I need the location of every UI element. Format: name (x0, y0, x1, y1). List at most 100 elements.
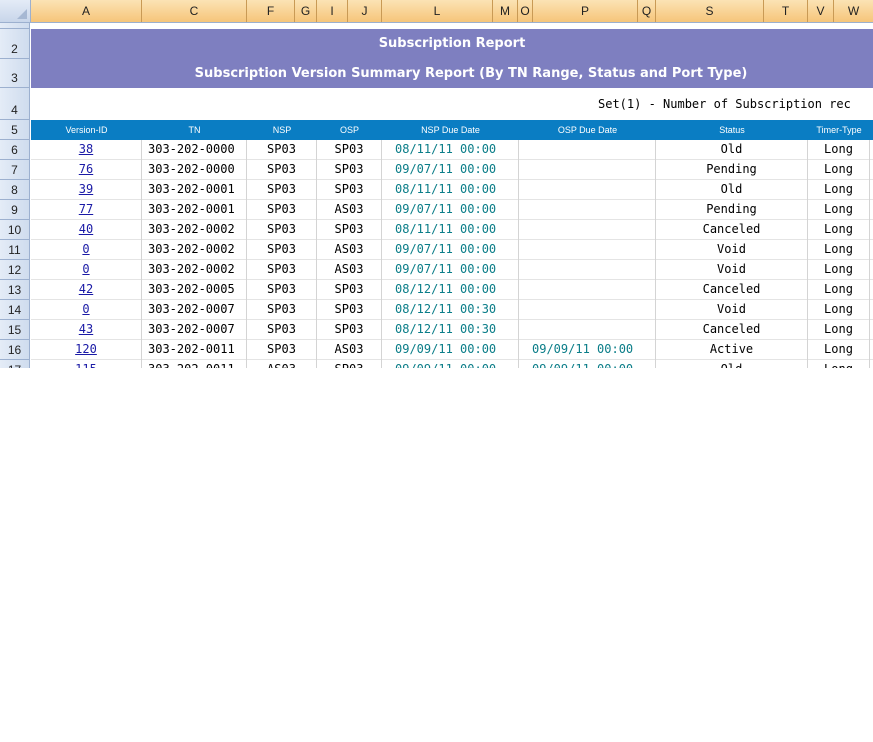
row-header-14[interactable]: 14 (0, 300, 30, 320)
nsp-due-date-cell[interactable]: 09/07/11 00:00 (382, 260, 519, 280)
nsp-due-date-cell[interactable]: 08/11/11 00:00 (382, 220, 519, 240)
row-header-2[interactable]: 2 (0, 29, 30, 59)
nsp-cell[interactable]: SP03 (247, 240, 317, 260)
nsp-due-date-cell[interactable]: 08/12/11 00:30 (382, 320, 519, 340)
version-id-link[interactable]: 77 (31, 200, 142, 220)
tn-cell[interactable]: 303-202-0011 (142, 340, 247, 360)
version-id-link[interactable]: 39 (31, 180, 142, 200)
osp-due-date-cell[interactable]: 09/09/11 00:00 (519, 360, 656, 368)
version-id-link[interactable]: 38 (31, 140, 142, 160)
status-cell[interactable]: Canceled (656, 280, 808, 300)
version-id-link[interactable]: 0 (31, 240, 142, 260)
status-cell[interactable]: Old (656, 360, 808, 368)
nsp-cell[interactable]: SP03 (247, 300, 317, 320)
nsp-cell[interactable]: SP03 (247, 340, 317, 360)
tn-cell[interactable]: 303-202-0007 (142, 320, 247, 340)
status-cell[interactable]: Active (656, 340, 808, 360)
tn-cell[interactable]: 303-202-0002 (142, 260, 247, 280)
osp-due-date-cell[interactable] (519, 300, 656, 320)
status-cell[interactable]: Void (656, 300, 808, 320)
osp-cell[interactable]: AS03 (317, 240, 382, 260)
row-header-17[interactable]: 17 (0, 360, 30, 368)
osp-cell[interactable]: AS03 (317, 340, 382, 360)
nsp-due-date-cell[interactable]: 09/09/11 00:00 (382, 360, 519, 368)
column-header-a[interactable]: A (31, 0, 142, 22)
nsp-due-date-cell[interactable]: 08/12/11 00:00 (382, 280, 519, 300)
timer-type-cell[interactable]: Long (808, 360, 870, 368)
osp-cell[interactable]: SP03 (317, 360, 382, 368)
row-header-12[interactable]: 12 (0, 260, 30, 280)
osp-cell[interactable]: SP03 (317, 160, 382, 180)
osp-due-date-cell[interactable]: 09/09/11 00:00 (519, 340, 656, 360)
version-id-link[interactable]: 115 (31, 360, 142, 368)
osp-due-date-cell[interactable] (519, 220, 656, 240)
column-header-w[interactable]: W (834, 0, 873, 22)
timer-type-cell[interactable]: Long (808, 220, 870, 240)
timer-type-cell[interactable]: Long (808, 180, 870, 200)
osp-due-date-cell[interactable] (519, 280, 656, 300)
row-header-5[interactable]: 5 (0, 120, 30, 140)
osp-cell[interactable]: SP03 (317, 140, 382, 160)
version-id-link[interactable]: 76 (31, 160, 142, 180)
status-cell[interactable]: Canceled (656, 320, 808, 340)
nsp-cell[interactable]: SP03 (247, 260, 317, 280)
row-header-9[interactable]: 9 (0, 200, 30, 220)
column-header-j[interactable]: J (348, 0, 382, 22)
nsp-due-date-cell[interactable]: 09/07/11 00:00 (382, 160, 519, 180)
osp-due-date-cell[interactable] (519, 200, 656, 220)
row-header-11[interactable]: 11 (0, 240, 30, 260)
nsp-cell[interactable]: SP03 (247, 180, 317, 200)
osp-cell[interactable]: SP03 (317, 320, 382, 340)
row-header-13[interactable]: 13 (0, 280, 30, 300)
nsp-cell[interactable]: SP03 (247, 200, 317, 220)
osp-cell[interactable]: AS03 (317, 200, 382, 220)
row-header-8[interactable]: 8 (0, 180, 30, 200)
osp-due-date-cell[interactable] (519, 160, 656, 180)
osp-due-date-cell[interactable] (519, 140, 656, 160)
row-header-6[interactable]: 6 (0, 140, 30, 160)
column-header-c[interactable]: C (142, 0, 247, 22)
column-header-l[interactable]: L (382, 0, 493, 22)
timer-type-cell[interactable]: Long (808, 160, 870, 180)
tn-cell[interactable]: 303-202-0005 (142, 280, 247, 300)
timer-type-cell[interactable]: Long (808, 340, 870, 360)
tn-cell[interactable]: 303-202-0007 (142, 300, 247, 320)
status-cell[interactable]: Old (656, 180, 808, 200)
tn-cell[interactable]: 303-202-0001 (142, 180, 247, 200)
osp-cell[interactable]: SP03 (317, 280, 382, 300)
row-header-16[interactable]: 16 (0, 340, 30, 360)
tn-cell[interactable]: 303-202-0002 (142, 220, 247, 240)
version-id-link[interactable]: 120 (31, 340, 142, 360)
column-header-i[interactable]: I (317, 0, 348, 22)
timer-type-cell[interactable]: Long (808, 140, 870, 160)
status-cell[interactable]: Void (656, 260, 808, 280)
column-header-q[interactable]: Q (638, 0, 656, 22)
column-header-o[interactable]: O (518, 0, 533, 22)
version-id-link[interactable]: 43 (31, 320, 142, 340)
row-header-7[interactable]: 7 (0, 160, 30, 180)
version-id-link[interactable]: 0 (31, 300, 142, 320)
version-id-link[interactable]: 40 (31, 220, 142, 240)
timer-type-cell[interactable]: Long (808, 300, 870, 320)
tn-cell[interactable]: 303-202-0000 (142, 160, 247, 180)
osp-cell[interactable]: SP03 (317, 220, 382, 240)
column-header-t[interactable]: T (764, 0, 808, 22)
timer-type-cell[interactable]: Long (808, 280, 870, 300)
tn-cell[interactable]: 303-202-0002 (142, 240, 247, 260)
timer-type-cell[interactable]: Long (808, 320, 870, 340)
nsp-cell[interactable]: AS03 (247, 360, 317, 368)
nsp-cell[interactable]: SP03 (247, 280, 317, 300)
tn-cell[interactable]: 303-202-0001 (142, 200, 247, 220)
nsp-due-date-cell[interactable]: 08/11/11 00:00 (382, 140, 519, 160)
osp-due-date-cell[interactable] (519, 240, 656, 260)
version-id-link[interactable]: 0 (31, 260, 142, 280)
column-header-f[interactable]: F (247, 0, 295, 22)
osp-cell[interactable]: AS03 (317, 260, 382, 280)
nsp-due-date-cell[interactable]: 08/11/11 00:00 (382, 180, 519, 200)
timer-type-cell[interactable]: Long (808, 200, 870, 220)
row-header-10[interactable]: 10 (0, 220, 30, 240)
row-header-15[interactable]: 15 (0, 320, 30, 340)
column-header-s[interactable]: S (656, 0, 764, 22)
timer-type-cell[interactable]: Long (808, 240, 870, 260)
nsp-cell[interactable]: SP03 (247, 160, 317, 180)
